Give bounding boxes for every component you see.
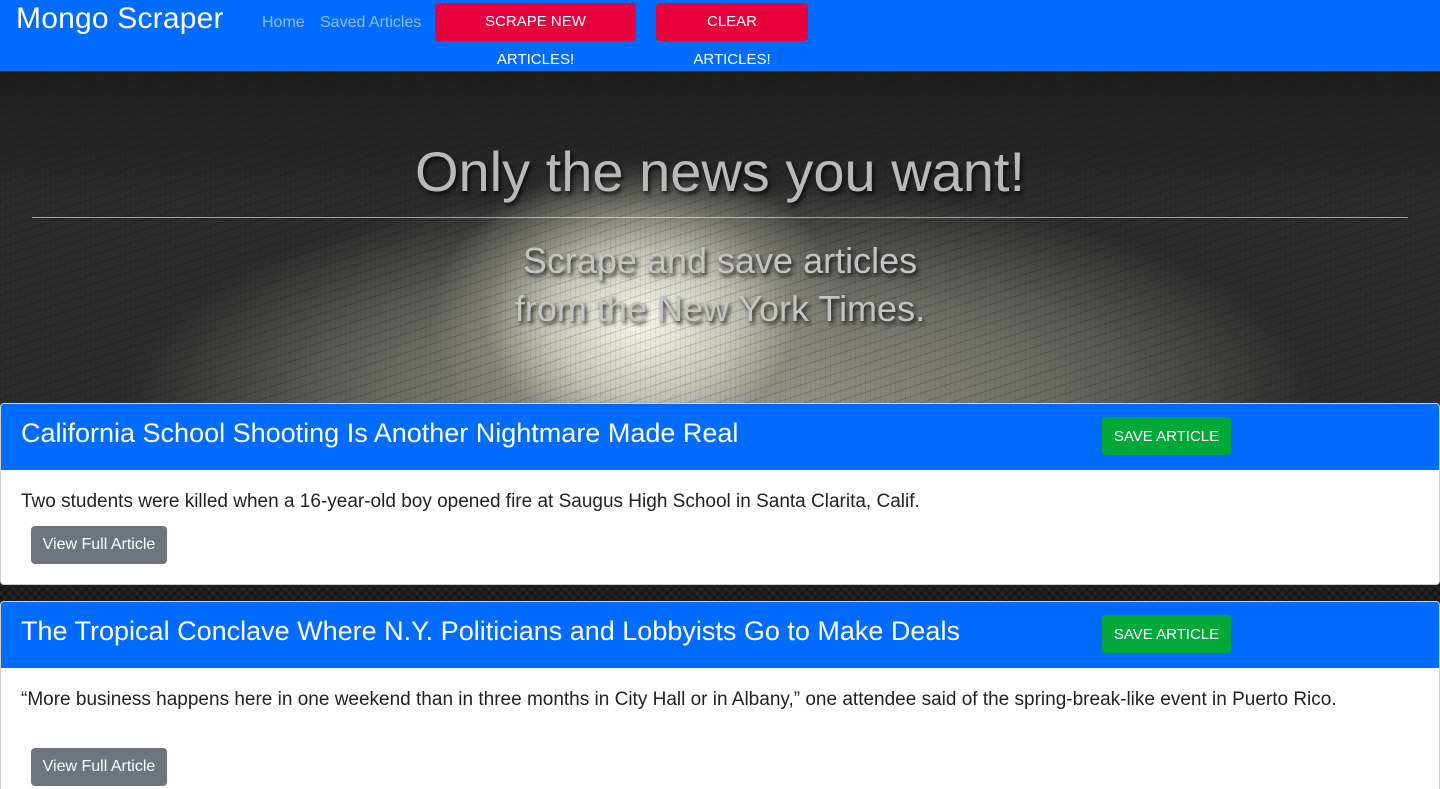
hero-title: Only the news you want! [414, 140, 1026, 203]
nav-link-saved-articles[interactable]: Saved Articles [320, 14, 421, 32]
article-summary: Two students were killed when a 16-year-… [21, 491, 920, 512]
hero-banner: Only the news you want! Scrape and save … [0, 71, 1440, 405]
article-card-header: The Tropical Conclave Where N.Y. Politic… [1, 602, 1439, 668]
save-article-button[interactable]: SAVE ARTICLE [1102, 417, 1231, 455]
scrape-new-articles-button[interactable]: SCRAPE NEW ARTICLES! [435, 3, 636, 68]
article-title: California School Shooting Is Another Ni… [21, 418, 739, 448]
article-card: California School Shooting Is Another Ni… [0, 403, 1440, 585]
hero-subtitle-line-2: from the New York Times. [514, 288, 926, 329]
article-card-header: California School Shooting Is Another Ni… [1, 404, 1439, 470]
nav-link-home[interactable]: Home [262, 14, 305, 32]
save-article-button[interactable]: SAVE ARTICLE [1102, 615, 1231, 653]
hero-subtitle: Scrape and save articles from the New Yo… [0, 237, 1440, 333]
view-full-article-button[interactable]: View Full Article [31, 526, 167, 564]
hero-subtitle-line-1: Scrape and save articles [522, 240, 918, 281]
hero-divider [32, 217, 1408, 218]
brand-logo[interactable]: Mongo Scraper [16, 2, 224, 36]
article-title: The Tropical Conclave Where N.Y. Politic… [21, 616, 960, 646]
article-card: The Tropical Conclave Where N.Y. Politic… [0, 601, 1440, 789]
clear-articles-button[interactable]: CLEAR ARTICLES! [656, 3, 808, 68]
navbar: Mongo Scraper Home Saved Articles SCRAPE… [0, 0, 1440, 71]
article-summary: “More business happens here in one weeke… [21, 689, 1337, 710]
view-full-article-button[interactable]: View Full Article [31, 748, 167, 786]
